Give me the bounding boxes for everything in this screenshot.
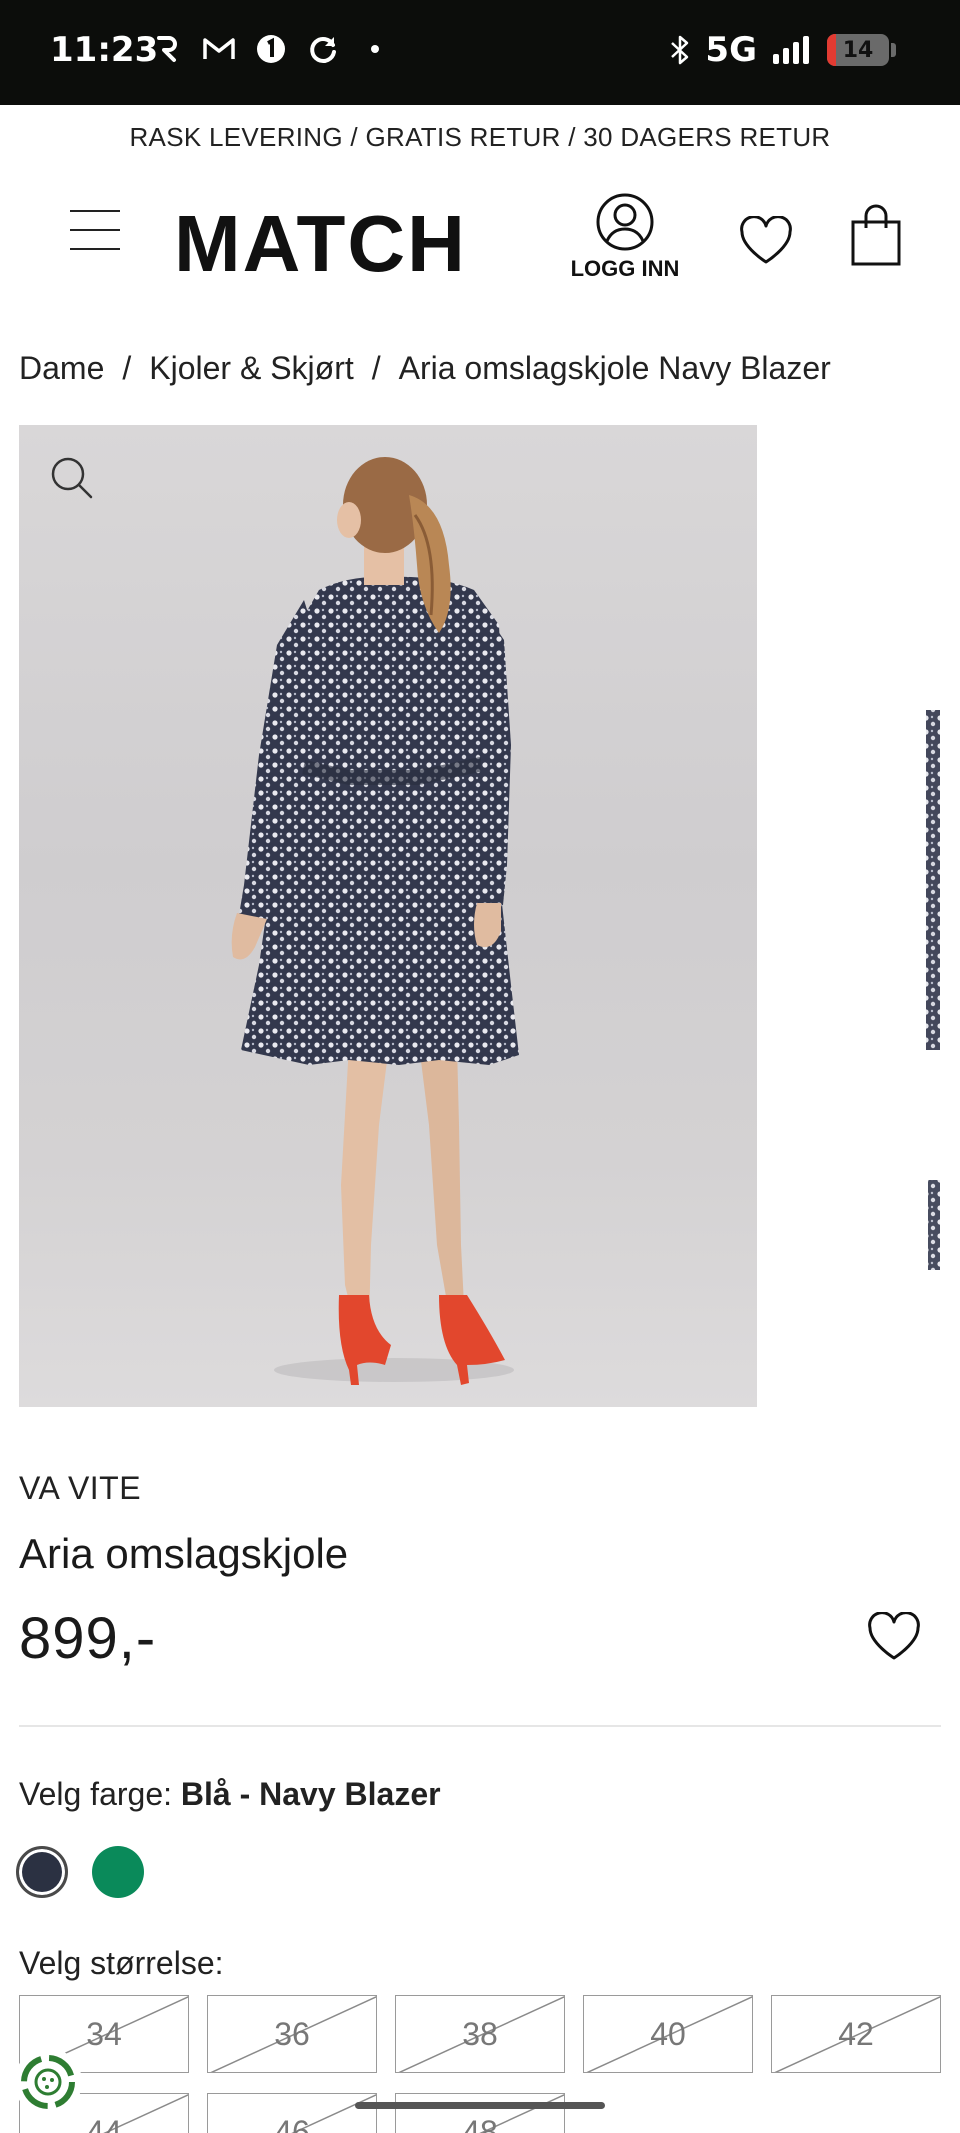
breadcrumb-item[interactable]: Dame bbox=[19, 350, 104, 387]
dress-model-image bbox=[231, 457, 519, 1385]
size-option-label: 42 bbox=[838, 2015, 874, 2052]
login-label: LOGG INN bbox=[570, 256, 680, 281]
size-option-label: 46 bbox=[274, 2113, 310, 2133]
size-option-label: 48 bbox=[462, 2113, 498, 2133]
breadcrumb-item[interactable]: Kjoler & Skjørt bbox=[149, 350, 353, 387]
battery-icon: 14 bbox=[827, 34, 889, 66]
product-image[interactable] bbox=[19, 425, 757, 1407]
site-header: MATCH LOGG INN bbox=[0, 180, 960, 300]
promo-banner: RASK LEVERING / GRATIS RETUR / 30 DAGERS… bbox=[129, 122, 831, 152]
product-price: 899,- bbox=[19, 1606, 157, 1671]
size-option-label: 34 bbox=[86, 2015, 122, 2052]
battery-level: 14 bbox=[842, 37, 874, 63]
next-image-peek[interactable] bbox=[922, 700, 940, 1300]
color-swatch-green[interactable] bbox=[92, 1846, 144, 1898]
cookie-icon bbox=[21, 2055, 75, 2109]
status-right: 5G 14 bbox=[669, 30, 896, 70]
gmail-icon bbox=[202, 32, 236, 66]
color-swatch-navy[interactable] bbox=[16, 1846, 68, 1898]
breadcrumb-separator: / bbox=[122, 350, 132, 386]
selected-color-name: Blå - Navy Blazer bbox=[180, 1776, 441, 1812]
one-app-icon bbox=[254, 32, 288, 66]
size-option[interactable]: 48 bbox=[395, 2093, 565, 2133]
zoom-icon[interactable] bbox=[49, 455, 95, 506]
menu-icon[interactable] bbox=[70, 210, 120, 250]
bluetooth-icon bbox=[671, 35, 689, 65]
r-app-icon bbox=[150, 32, 184, 66]
color-label-text: Velg farge: bbox=[19, 1776, 172, 1812]
sync-icon bbox=[306, 32, 340, 66]
size-option-label: 40 bbox=[650, 2015, 686, 2052]
status-bar: 11:23 5G 14 bbox=[0, 0, 960, 105]
cookie-settings-button[interactable] bbox=[14, 2048, 82, 2116]
signal-icon bbox=[773, 36, 809, 64]
size-option-label: 44 bbox=[86, 2113, 122, 2133]
size-option[interactable]: 36 bbox=[207, 1995, 377, 2073]
breadcrumb-item-current: Aria omslagskjole Navy Blazer bbox=[398, 350, 831, 386]
size-option[interactable]: 40 bbox=[583, 1995, 753, 2073]
status-time: 11:23 bbox=[50, 30, 159, 70]
breadcrumb: Dame / Kjoler & Skjørt / Aria omslagskjo… bbox=[19, 350, 831, 387]
breadcrumb-separator: / bbox=[371, 350, 381, 386]
size-option[interactable]: 38 bbox=[395, 1995, 565, 2073]
divider bbox=[19, 1725, 941, 1727]
battery-fill bbox=[827, 34, 836, 66]
site-logo[interactable]: MATCH bbox=[174, 198, 467, 290]
size-option[interactable]: 42 bbox=[771, 1995, 941, 2073]
wishlist-icon[interactable] bbox=[738, 215, 794, 271]
color-selection-label: Velg farge: Blå - Navy Blazer bbox=[19, 1776, 441, 1813]
login-button[interactable]: LOGG INN bbox=[562, 192, 688, 282]
product-brand[interactable]: VA VITE bbox=[19, 1470, 141, 1507]
user-icon bbox=[596, 193, 654, 251]
dot-icon bbox=[358, 32, 392, 66]
size-option[interactable]: 46 bbox=[207, 2093, 377, 2133]
notification-icons bbox=[150, 32, 392, 66]
battery-tip bbox=[891, 43, 896, 57]
shopping-bag-icon[interactable] bbox=[850, 204, 902, 273]
size-option-label: 38 bbox=[462, 2015, 498, 2052]
size-option-label: 36 bbox=[274, 2015, 310, 2052]
add-to-wishlist-icon[interactable] bbox=[866, 1611, 922, 1667]
product-title: Aria omslagskjole bbox=[19, 1530, 349, 1577]
home-indicator[interactable] bbox=[355, 2102, 605, 2109]
size-selection-label: Velg størrelse: bbox=[19, 1945, 224, 1981]
network-type: 5G bbox=[705, 30, 757, 70]
